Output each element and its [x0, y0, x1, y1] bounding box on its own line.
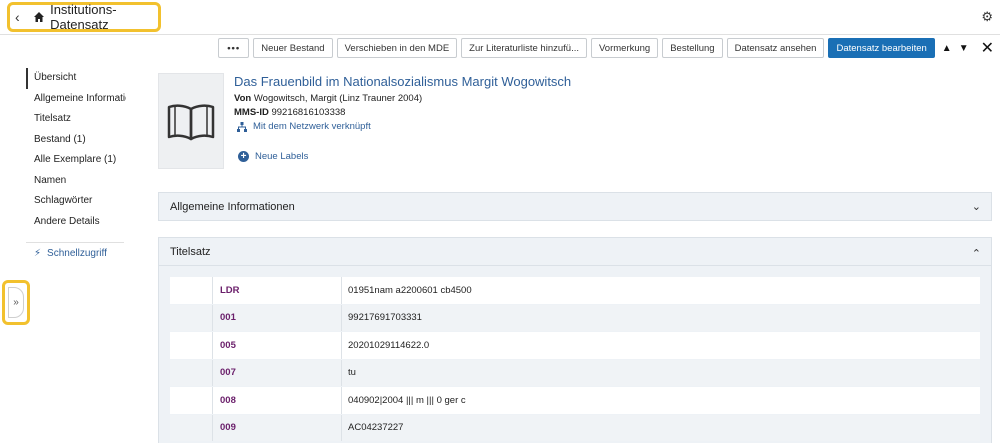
view-record-button[interactable]: Datensatz ansehen	[726, 38, 825, 58]
network-label: Mit dem Netzwerk verknüpft	[253, 121, 371, 132]
gear-icon[interactable]: ⚙	[981, 9, 993, 25]
record-author: Von Wogowitsch, Margit (Linz Trauner 200…	[234, 93, 422, 104]
nav-item-holdings[interactable]: Bestand (1)	[26, 130, 126, 151]
chevron-up-icon[interactable]: ⌃	[972, 247, 981, 260]
author-value: Wogowitsch, Margit (Linz Trauner 2004)	[251, 93, 423, 104]
marc-value: 040902|2004 ||| m ||| 0 ger c	[348, 394, 466, 406]
table-row: LDR 01951nam a2200601 cb4500	[170, 277, 980, 305]
quick-access-label: Schnellzugriff	[47, 248, 107, 259]
nav-item-other-details[interactable]: Andere Details	[26, 212, 126, 233]
network-icon	[237, 121, 247, 132]
page-header: ‹ Institutions-Datensatz	[7, 2, 161, 32]
close-icon[interactable]: ✕	[981, 38, 994, 58]
titelsatz-panel-header[interactable]: Titelsatz ⌃	[158, 237, 992, 266]
add-to-reading-list-button[interactable]: Zur Literaturliste hinzufü...	[461, 38, 587, 58]
table-row: 008 040902|2004 ||| m ||| 0 ger c	[170, 387, 980, 415]
book-thumbnail	[158, 73, 224, 169]
table-row: 005 20201029114622.0	[170, 332, 980, 360]
quick-access-link[interactable]: ⚡︎ Schnellzugriff	[34, 248, 107, 259]
general-info-panel-header[interactable]: Allgemeine Informationen ⌄	[158, 192, 992, 221]
mms-label: MMS-ID	[234, 107, 269, 118]
book-icon	[167, 104, 215, 141]
marc-value: tu	[348, 367, 356, 379]
move-to-mde-button[interactable]: Verschieben in den MDE	[336, 38, 458, 58]
new-holding-button[interactable]: Neuer Bestand	[253, 38, 333, 58]
section-nav: Übersicht Allgemeine Informatio... Titel…	[26, 68, 126, 232]
marc-tag[interactable]: 005	[213, 332, 342, 359]
toolbar: ••• Neuer Bestand Verschieben in den MDE…	[218, 38, 994, 58]
table-row: 001 99217691703331	[170, 304, 980, 332]
marc-value: AC04237227	[348, 422, 404, 434]
marc-tag[interactable]: 007	[213, 359, 342, 386]
table-row: 009 AC04237227	[170, 414, 980, 442]
marc-value: 20201029114622.0	[348, 339, 430, 351]
general-info-panel-title: Allgemeine Informationen	[170, 200, 295, 213]
previous-record-icon[interactable]: ▲	[942, 43, 952, 54]
table-row: 007 tu	[170, 359, 980, 387]
network-link[interactable]: Mit dem Netzwerk verknüpft	[237, 121, 371, 132]
chevron-down-icon[interactable]: ⌄	[972, 200, 981, 213]
row-spacer	[170, 359, 213, 386]
row-spacer	[170, 332, 213, 359]
more-actions-button[interactable]: •••	[218, 38, 250, 58]
nav-item-overview[interactable]: Übersicht	[26, 68, 126, 89]
nav-item-subjects[interactable]: Schlagwörter	[26, 191, 126, 212]
titelsatz-panel-title: Titelsatz	[170, 245, 211, 258]
nav-item-names[interactable]: Namen	[26, 171, 126, 192]
row-spacer	[170, 304, 213, 331]
home-icon[interactable]	[33, 11, 45, 23]
marc-value: 01951nam a2200601 cb4500	[348, 284, 472, 296]
author-label: Von	[234, 93, 252, 104]
new-labels-label: Neue Labels	[255, 151, 309, 162]
nav-item-all-items[interactable]: Alle Exemplare (1)	[26, 150, 126, 171]
header-divider	[0, 34, 1000, 35]
marc-tag[interactable]: 008	[213, 387, 342, 414]
reservation-button[interactable]: Vormerkung	[590, 38, 659, 58]
row-spacer	[170, 414, 213, 441]
record-title[interactable]: Das Frauenbild im Nationalsozialismus Ma…	[234, 74, 571, 89]
expand-handle-highlight: »	[2, 280, 30, 325]
record-mms-id: MMS-ID 99216816103338	[234, 107, 345, 118]
row-spacer	[170, 387, 213, 414]
titelsatz-table: LDR 01951nam a2200601 cb4500 001 9921769…	[170, 277, 980, 442]
marc-tag[interactable]: 009	[213, 414, 342, 441]
back-icon[interactable]: ‹	[15, 9, 27, 25]
marc-tag[interactable]: 001	[213, 304, 342, 331]
mms-value: 99216816103338	[268, 107, 346, 118]
order-button[interactable]: Bestellung	[662, 38, 723, 58]
marc-tag[interactable]: LDR	[213, 277, 342, 304]
row-spacer	[170, 277, 213, 304]
plus-circle-icon: +	[238, 151, 249, 162]
nav-divider	[26, 242, 124, 243]
edit-record-button[interactable]: Datensatz bearbeiten	[828, 38, 935, 58]
page-title: Institutions-Datensatz	[50, 2, 117, 32]
marc-value: 99217691703331	[348, 312, 422, 324]
nav-item-general-info[interactable]: Allgemeine Informatio...	[26, 89, 126, 110]
expand-sidebar-button[interactable]: »	[8, 287, 24, 318]
new-labels-button[interactable]: + Neue Labels	[238, 151, 308, 162]
lightning-icon: ⚡︎	[34, 248, 42, 259]
next-record-icon[interactable]: ▼	[959, 43, 969, 54]
nav-item-titelsatz[interactable]: Titelsatz	[26, 109, 126, 130]
